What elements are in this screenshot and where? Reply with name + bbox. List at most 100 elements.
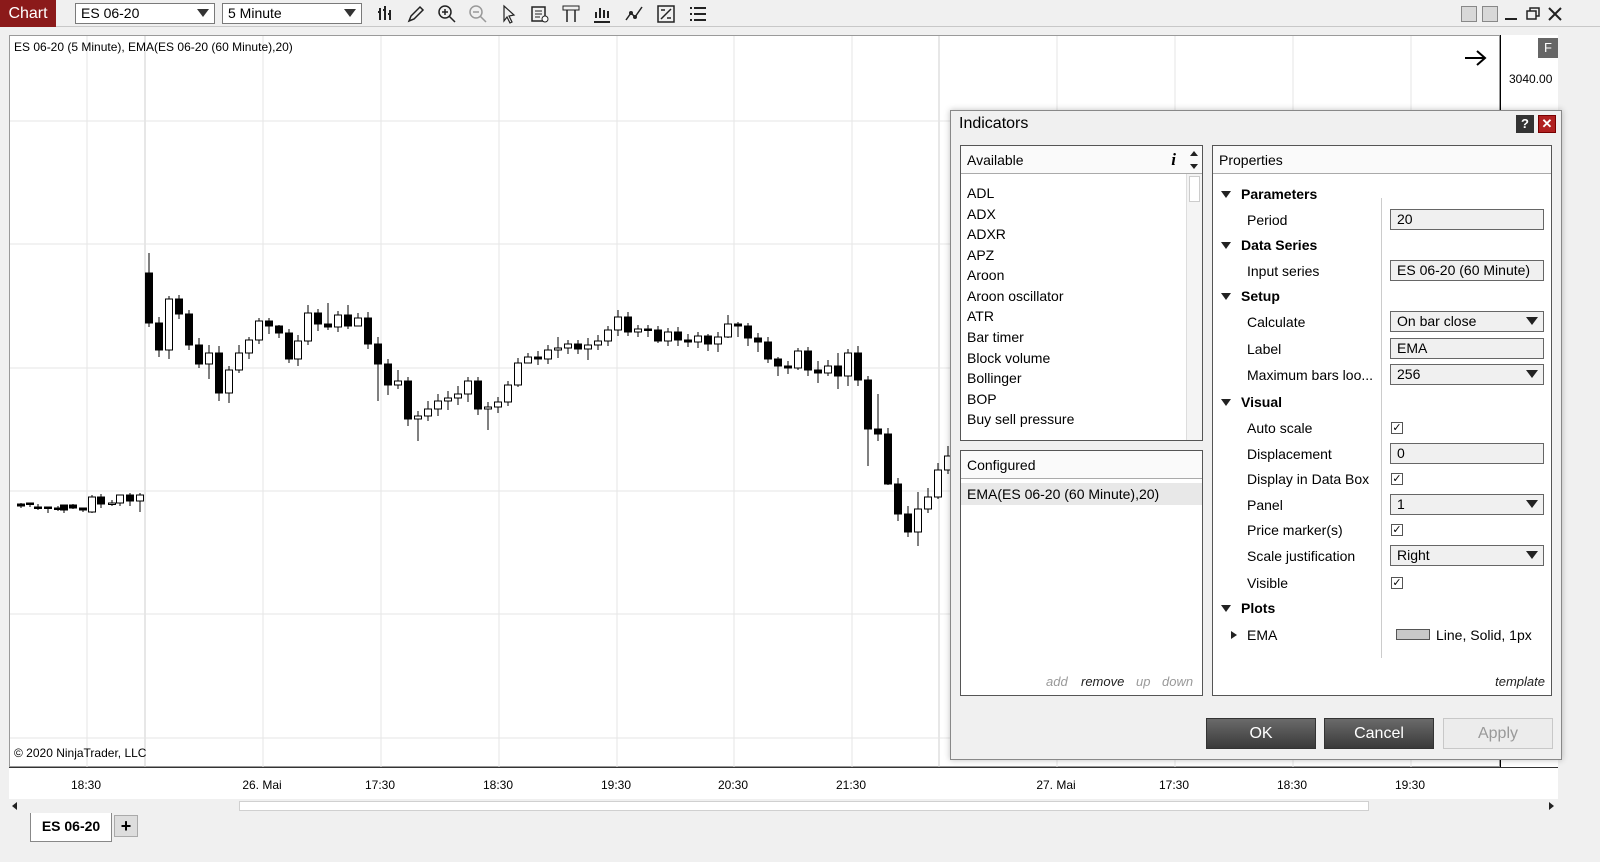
list-item[interactable]: ADL <box>967 185 994 201</box>
drawing-tools-icon[interactable] <box>406 4 426 24</box>
list-item[interactable]: ATR <box>967 308 994 324</box>
pointer-icon[interactable] <box>499 4 519 24</box>
available-scrollbar[interactable] <box>1186 174 1202 440</box>
candle-down <box>854 352 862 381</box>
candle-up <box>304 312 312 342</box>
candle-down <box>894 483 902 515</box>
input-series-field[interactable]: ES 06-20 (60 Minute) <box>1390 260 1544 281</box>
candle-up <box>664 331 672 342</box>
list-item[interactable]: Bollinger <box>967 370 1021 386</box>
collapse-icon[interactable] <box>1221 293 1231 300</box>
arrow-right-icon[interactable] <box>1463 48 1489 68</box>
list-item[interactable]: BOP <box>967 391 997 407</box>
f-button[interactable]: F <box>1538 38 1558 58</box>
templates-icon[interactable] <box>656 4 676 24</box>
candle-down <box>26 502 34 505</box>
indicators-icon[interactable] <box>592 4 612 24</box>
candle-up <box>554 347 562 351</box>
collapse-icon[interactable] <box>1221 399 1231 406</box>
visible-checkbox[interactable]: ✓ <box>1391 577 1403 589</box>
time-axis[interactable]: 18:30 26. Mai 17:30 18:30 19:30 20:30 21… <box>9 767 1558 799</box>
label-input[interactable]: EMA <box>1390 338 1544 359</box>
collapse-icon[interactable] <box>1221 191 1231 198</box>
collapse-icon[interactable] <box>1221 242 1231 249</box>
down-link[interactable]: down <box>1162 674 1193 689</box>
collapse-icon[interactable] <box>1221 605 1231 612</box>
data-box-icon[interactable] <box>530 4 550 24</box>
info-icon[interactable]: i <box>1171 146 1176 174</box>
chevron-down-icon <box>1526 370 1538 378</box>
up-link[interactable]: up <box>1136 674 1150 689</box>
calculate-select[interactable]: On bar close <box>1390 311 1544 332</box>
category-parameters[interactable]: Parameters <box>1241 186 1317 202</box>
apply-button[interactable]: Apply <box>1443 718 1553 749</box>
list-item[interactable]: Bar timer <box>967 329 1024 345</box>
minimize-icon[interactable] <box>1502 5 1520 23</box>
list-item[interactable]: Block volume <box>967 350 1050 366</box>
candle-down <box>314 312 322 325</box>
template-link[interactable]: template <box>1495 674 1545 689</box>
available-header: Available i <box>961 146 1202 174</box>
panel-select[interactable]: 1 <box>1390 494 1544 515</box>
data-box-checkbox[interactable]: ✓ <box>1391 473 1403 485</box>
tab-es-06-20[interactable]: ES 06-20 <box>30 813 112 842</box>
list-icon[interactable] <box>688 4 708 24</box>
close-icon[interactable] <box>1546 5 1564 23</box>
list-item[interactable]: Buy sell pressure <box>967 411 1074 427</box>
cancel-button[interactable]: Cancel <box>1324 718 1434 749</box>
scale-justification-select[interactable]: Right <box>1390 545 1544 566</box>
ema-plot-value[interactable]: Line, Solid, 1px <box>1436 627 1532 643</box>
ok-button[interactable]: OK <box>1206 718 1316 749</box>
scale-justification-label: Scale justification <box>1247 548 1356 564</box>
list-item[interactable]: APZ <box>967 247 994 263</box>
zoom-out-icon[interactable] <box>468 4 488 24</box>
zoom-in-icon[interactable] <box>437 4 457 24</box>
expand-icon[interactable] <box>1231 631 1237 639</box>
chart-style-icon[interactable] <box>376 4 396 24</box>
configured-header: Configured <box>961 451 1202 479</box>
add-link[interactable]: add <box>1046 674 1068 689</box>
list-item[interactable]: Aroon oscillator <box>967 288 1064 304</box>
category-setup[interactable]: Setup <box>1241 288 1280 304</box>
candle-down <box>684 339 692 343</box>
remove-link[interactable]: remove <box>1081 674 1124 689</box>
chart-tab-bar: ES 06-20 + <box>0 813 1600 862</box>
add-tab-button[interactable]: + <box>114 815 138 837</box>
price-marker-checkbox[interactable]: ✓ <box>1391 524 1403 536</box>
list-scroll-arrows-icon[interactable] <box>1189 149 1199 171</box>
configured-item-ema[interactable]: EMA(ES 06-20 (60 Minute),20) <box>961 483 1202 505</box>
scrollbar-thumb[interactable] <box>239 801 1369 811</box>
strategies-icon[interactable] <box>624 4 644 24</box>
list-item[interactable]: ADXR <box>967 226 1006 242</box>
category-visual[interactable]: Visual <box>1241 394 1282 410</box>
horizontal-scrollbar[interactable] <box>9 799 1558 813</box>
scroll-left-icon[interactable] <box>11 802 19 810</box>
properties-icon[interactable] <box>561 4 581 24</box>
candle-down <box>44 506 52 509</box>
displacement-input[interactable]: 0 <box>1390 443 1544 464</box>
auto-scale-checkbox[interactable]: ✓ <box>1391 422 1403 434</box>
help-button[interactable]: ? <box>1516 115 1534 133</box>
dialog-close-button[interactable]: ✕ <box>1538 115 1556 133</box>
category-data-series[interactable]: Data Series <box>1241 237 1317 253</box>
candle-up <box>165 298 173 351</box>
instrument-selector[interactable]: ES 06-20 <box>75 3 215 24</box>
properties-panel: Properties Parameters Period 20 Data Ser… <box>1212 145 1552 696</box>
ninjatrader-window: Chart ES 06-20 5 Minute ES 06-20 (5 Minu… <box>0 0 1600 862</box>
candle-down <box>175 298 183 315</box>
candle-down <box>624 316 632 333</box>
category-plots[interactable]: Plots <box>1241 600 1275 616</box>
list-item[interactable]: Aroon <box>967 267 1004 283</box>
candle-up <box>714 336 722 345</box>
chart-window-tab[interactable]: Chart <box>0 0 56 27</box>
max-bars-select[interactable]: 256 <box>1390 364 1544 385</box>
interval-selector[interactable]: 5 Minute <box>222 3 362 24</box>
available-scroll-thumb[interactable] <box>1189 176 1200 202</box>
tile-left-button[interactable] <box>1461 6 1477 22</box>
restore-icon[interactable] <box>1524 5 1542 23</box>
scroll-right-icon[interactable] <box>1547 802 1555 810</box>
tile-right-button[interactable] <box>1482 6 1498 22</box>
period-input[interactable]: 20 <box>1390 209 1544 230</box>
list-item[interactable]: ADX <box>967 206 996 222</box>
ema-plot-color-swatch[interactable] <box>1396 629 1430 640</box>
